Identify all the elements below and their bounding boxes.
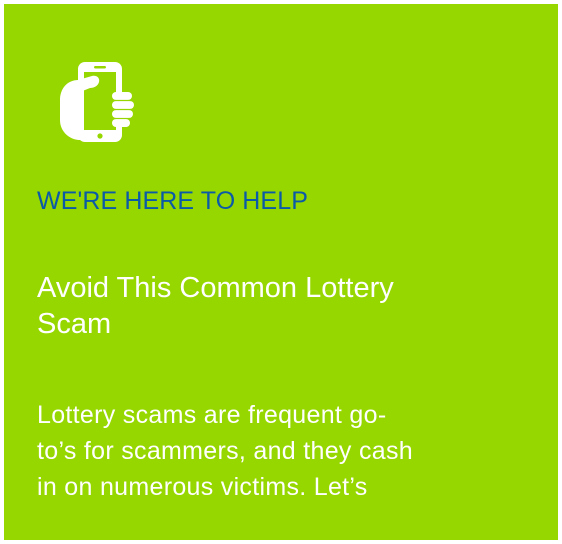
headline-line: Avoid This Common Lottery xyxy=(37,272,394,304)
article-headline[interactable]: Avoid This Common Lottery Scam xyxy=(37,270,537,342)
article-excerpt: Lottery scams are frequent go- to’s for … xyxy=(37,397,537,505)
excerpt-line: Lottery scams are frequent go- xyxy=(37,401,387,429)
hand-holding-phone-icon xyxy=(60,62,134,142)
excerpt-line: in on numerous victims. Let’s xyxy=(37,473,368,501)
headline-line: Scam xyxy=(37,308,112,340)
section-eyebrow: WE'RE HERE TO HELP xyxy=(37,187,308,215)
excerpt-line: to’s for scammers, and they cash xyxy=(37,437,413,465)
article-card[interactable]: WE'RE HERE TO HELP Avoid This Common Lot… xyxy=(4,4,558,540)
